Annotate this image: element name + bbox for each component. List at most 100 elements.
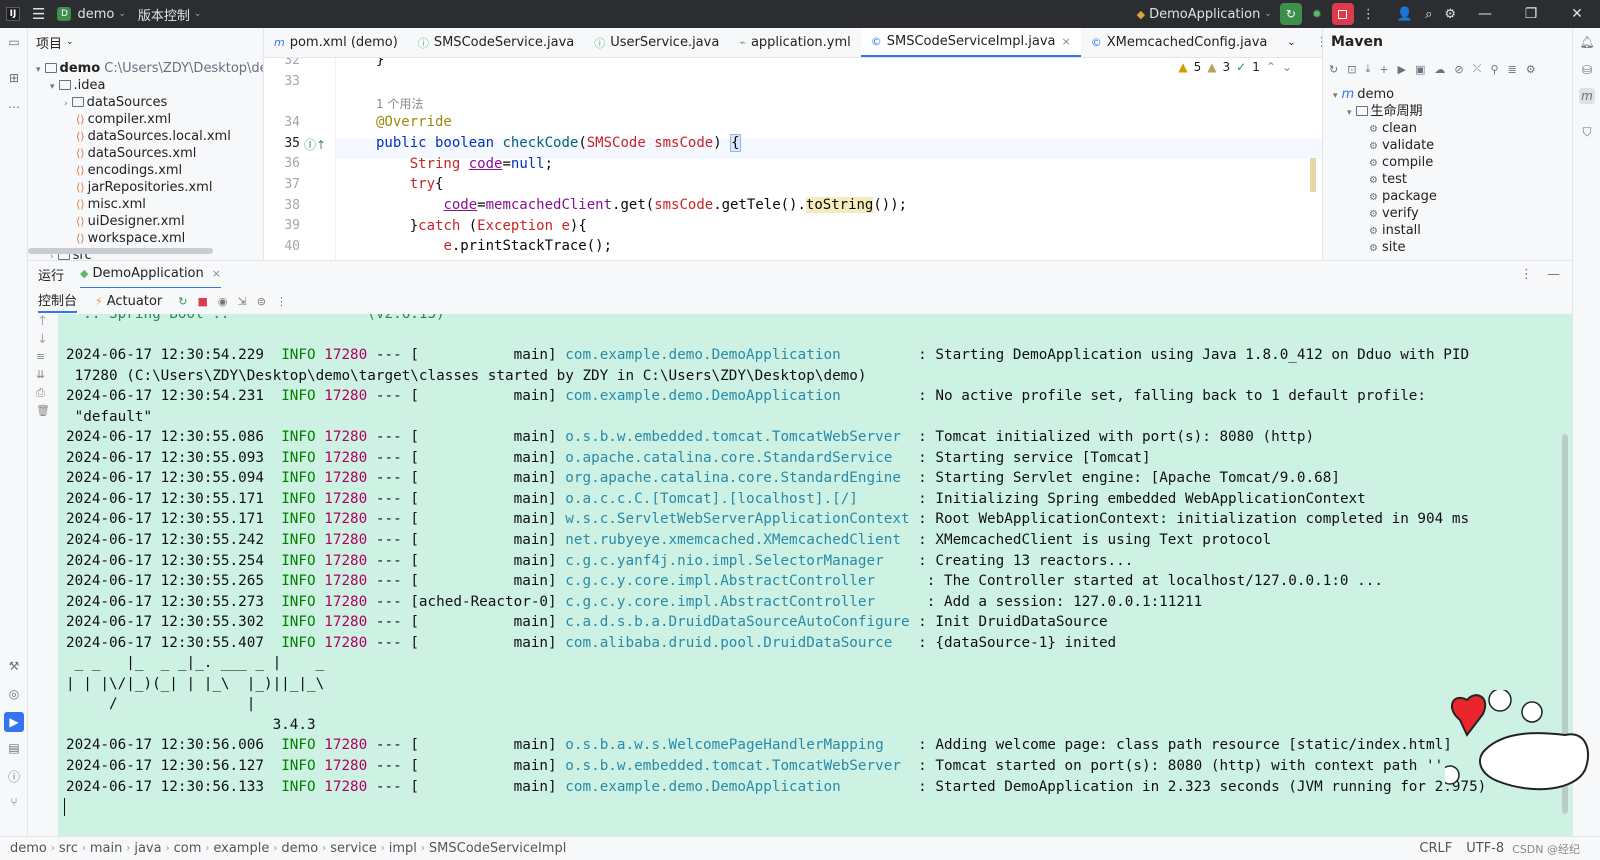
tab-xmemcachedconfig[interactable]: © XMemcachedConfig.java — [1081, 28, 1278, 57]
security-tool-button[interactable]: ⛉ — [1579, 124, 1595, 140]
maven-goal[interactable]: ⚙ test — [1369, 171, 1407, 188]
print-icon[interactable]: ⎙ — [36, 386, 45, 400]
tree-item[interactable]: ▾ .idea — [50, 77, 106, 94]
settings-button[interactable]: ⚙ — [1438, 0, 1462, 28]
console-output[interactable]: :: Spring Boot :: (v2.6.13) 2024-06-17 1… — [58, 314, 1572, 836]
line-separator[interactable]: CRLF — [1419, 841, 1452, 856]
arrow-down-icon[interactable]: ↓ — [37, 332, 48, 347]
expand-icon[interactable]: ≣ — [1508, 63, 1517, 76]
restore-button[interactable]: ❐ — [1508, 0, 1554, 28]
code-editor[interactable]: 32 33 34 35 36 37 38 39 40 Ⓘ↑ } 1 个用法 @O… — [264, 58, 1322, 260]
stop-button[interactable] — [1331, 3, 1354, 25]
tree-root[interactable]: ▾ demo C:\Users\ZDY\Desktop\demo — [36, 60, 263, 77]
account-button[interactable]: 👤 — [1391, 0, 1419, 28]
app-logo[interactable]: IJ — [0, 0, 26, 28]
breadcrumb-item[interactable]: com — [174, 841, 202, 856]
terminal-tool-button[interactable]: ▤ — [6, 740, 22, 756]
tree-item[interactable]: ⟨⟩ uiDesigner.xml — [76, 213, 185, 230]
rerun-icon[interactable]: ↻ — [178, 295, 187, 308]
tab-smscodeserviceimpl[interactable]: © SMSCodeServiceImpl.java × — [860, 28, 1081, 57]
filter-icon[interactable]: ⊜ — [257, 295, 266, 308]
maven-goal[interactable]: ⚙ compile — [1369, 154, 1433, 171]
skip-tests-icon[interactable]: ⊘ — [1454, 63, 1463, 76]
more-vertical-icon[interactable]: ⋮ — [276, 295, 287, 308]
tree-item[interactable]: ⟨⟩ workspace.xml — [76, 230, 185, 247]
run-tab-demoapplication[interactable]: ◆ DemoApplication × — [80, 261, 221, 289]
maven-tool-button[interactable]: m — [1579, 88, 1595, 104]
maven-goal[interactable]: ⚙ package — [1369, 188, 1437, 205]
project-tool-button[interactable]: ▭ — [6, 34, 22, 50]
minimize-panel-icon[interactable]: — — [1547, 267, 1560, 282]
soft-wrap-icon[interactable]: ≡ — [36, 350, 45, 363]
export-icon[interactable]: ⇲ — [238, 295, 247, 308]
camera-icon[interactable]: ◉ — [218, 295, 228, 308]
arrow-up-icon[interactable]: ↑ — [37, 314, 48, 329]
tree-item[interactable]: ⟨⟩ compiler.xml — [76, 111, 171, 128]
maven-goal[interactable]: ⚙ verify — [1369, 205, 1419, 222]
run-tool-button[interactable]: ▶ — [4, 712, 24, 732]
breadcrumb-item[interactable]: SMSCodeServiceImpl — [429, 841, 566, 856]
problems-tool-button[interactable]: ⓘ — [6, 768, 22, 784]
tab-application-yml[interactable]: ⌁ application.yml — [729, 28, 860, 57]
project-panel-header[interactable]: 项目 ⌄ — [28, 28, 263, 56]
implements-gutter-icon[interactable]: Ⓘ↑ — [304, 136, 326, 153]
maven-goal[interactable]: ⚙ install — [1369, 222, 1421, 239]
maven-project[interactable]: ▾ m demo — [1333, 86, 1394, 103]
breadcrumb-item[interactable]: demo — [10, 841, 47, 856]
add-icon[interactable]: + — [1379, 63, 1388, 76]
chevron-up-icon[interactable]: ⌃ — [1266, 60, 1276, 74]
wrench-icon[interactable]: ⚙ — [1526, 63, 1536, 76]
collapse-icon[interactable]: ⤫ — [1473, 62, 1482, 76]
scroll-end-icon[interactable]: ⇊ — [36, 368, 45, 381]
main-menu-button[interactable]: ☰ — [26, 0, 51, 28]
close-button[interactable]: ✕ — [1554, 0, 1600, 28]
breadcrumb-item[interactable]: demo — [281, 841, 318, 856]
tree-item[interactable]: ⟨⟩ dataSources.local.xml — [76, 128, 231, 145]
debug-button[interactable]: ✹ — [1306, 3, 1328, 25]
run-config-selector[interactable]: ◆ DemoApplication ⌄ — [1131, 0, 1278, 28]
execute-goal-icon[interactable]: ▣ — [1415, 63, 1425, 76]
usage-hint[interactable]: 1 个用法 — [376, 95, 423, 112]
git-tool-button[interactable]: ⑂ — [6, 794, 22, 810]
project-switcher[interactable]: Ddemo ⌄ — [51, 0, 131, 28]
tree-item[interactable]: ⟨⟩ dataSources.xml — [76, 145, 196, 162]
more-vertical-icon[interactable]: ⋮ — [1520, 267, 1533, 282]
trash-icon[interactable]: 🗑︎ — [36, 404, 50, 417]
rerun-button[interactable]: ↻ — [1279, 3, 1302, 25]
breadcrumb-item[interactable]: src — [59, 841, 78, 856]
tab-userservice[interactable]: ⓘ UserService.java — [584, 28, 729, 57]
breadcrumb-item[interactable]: java — [134, 841, 161, 856]
stop-icon[interactable]: ■ — [197, 295, 207, 308]
tree-item[interactable]: ⟨⟩ jarRepositories.xml — [76, 179, 212, 196]
search-everywhere-button[interactable]: ⌕ — [1419, 0, 1438, 28]
show-deps-icon[interactable]: ⚲ — [1490, 63, 1498, 76]
breadcrumb-item[interactable]: service — [330, 841, 377, 856]
breadcrumb-item[interactable]: example — [213, 841, 269, 856]
horizontal-scrollbar[interactable] — [28, 248, 213, 254]
toggle-offline-icon[interactable]: ☁ — [1434, 63, 1445, 76]
tab-actuator[interactable]: ⚡ Actuator — [95, 294, 162, 309]
maven-goal[interactable]: ⚙ site — [1369, 239, 1405, 256]
minimize-button[interactable]: — — [1462, 0, 1508, 28]
vcs-menu[interactable]: 版本控制 ⌄ — [132, 0, 208, 28]
maven-goal[interactable]: ⚙ validate — [1369, 137, 1434, 154]
tree-item[interactable]: ⟨⟩ encodings.xml — [76, 162, 182, 179]
breadcrumb-item[interactable]: impl — [389, 841, 417, 856]
services-tool-button[interactable]: ◎ — [6, 686, 22, 702]
more-actions-button[interactable]: ⋮ — [1356, 0, 1381, 28]
build-tool-button[interactable]: ⚒ — [6, 658, 22, 674]
editor-scroll-marker[interactable] — [1310, 158, 1316, 192]
tab-console[interactable]: 控制台 — [38, 290, 78, 313]
chevron-down-icon[interactable]: ⌄ — [1282, 60, 1292, 74]
generate-sources-icon[interactable]: ⊡ — [1347, 63, 1356, 76]
reload-icon[interactable]: ↻ — [1329, 63, 1338, 76]
tree-item[interactable]: ⟨⟩ misc.xml — [76, 196, 146, 213]
structure-tool-button[interactable]: ⊞ — [6, 70, 22, 86]
database-tool-button[interactable]: ⛁ — [1579, 62, 1595, 78]
inspection-widget[interactable]: ▲ 5 ▲ 3 ✓ 1 ⌃ ⌄ — [1178, 60, 1292, 74]
tab-smscodeservice[interactable]: ⓘ SMSCodeService.java — [408, 28, 584, 57]
close-tab-icon[interactable]: × — [212, 267, 221, 280]
tab-more-button[interactable]: ⋮ — [1306, 28, 1322, 57]
notifications-button[interactable]: 🔔︎ — [1579, 34, 1595, 50]
tab-pom-xml[interactable]: m pom.xml (demo) — [264, 28, 408, 57]
